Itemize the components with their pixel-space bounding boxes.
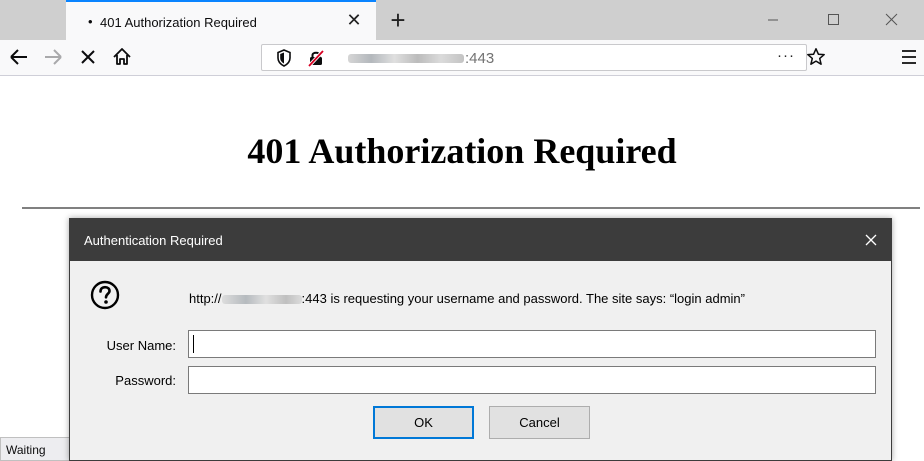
- back-arrow-icon[interactable]: [6, 44, 32, 70]
- minimize-icon[interactable]: [750, 0, 796, 40]
- password-label: Password:: [115, 373, 176, 388]
- maximize-icon[interactable]: [810, 0, 856, 40]
- insecure-lock-icon[interactable]: [307, 49, 325, 72]
- tracking-shield-icon[interactable]: [276, 49, 292, 72]
- dialog-title: Authentication Required: [84, 233, 223, 248]
- message-prefix: http://: [189, 291, 222, 306]
- page-actions-icon[interactable]: ···: [777, 47, 795, 64]
- text-caret: [193, 335, 194, 353]
- page-divider: [22, 207, 920, 209]
- redacted-host: [348, 54, 464, 63]
- nav-bar: :443 ···: [0, 40, 924, 76]
- tab-strip: • 401 Authorization Required ✕ +: [0, 0, 924, 40]
- auth-message: http:// :443 is requesting your username …: [189, 291, 745, 306]
- message-suffix: :443 is requesting your username and pas…: [301, 291, 745, 306]
- username-label: User Name:: [106, 338, 176, 353]
- address-port: :443: [465, 50, 495, 67]
- address-bar[interactable]: :443: [261, 44, 807, 71]
- forward-arrow-icon[interactable]: [40, 44, 66, 70]
- tab-loading-dot: •: [88, 14, 93, 29]
- home-icon[interactable]: [109, 44, 135, 70]
- tab-title: 401 Authorization Required: [100, 15, 257, 30]
- menu-hamburger-icon[interactable]: [900, 46, 918, 73]
- stop-icon[interactable]: [75, 44, 101, 70]
- new-tab-icon[interactable]: +: [384, 6, 412, 34]
- status-bar: Waiting: [0, 437, 72, 461]
- password-field[interactable]: [188, 366, 876, 394]
- auth-dialog: Authentication Required http:// :443 is r…: [69, 218, 892, 461]
- page-heading: 401 Authorization Required: [247, 131, 677, 171]
- tab-active[interactable]: • 401 Authorization Required ✕: [66, 0, 376, 40]
- ok-button[interactable]: OK: [373, 406, 474, 439]
- window-close-icon[interactable]: [868, 0, 914, 40]
- username-field[interactable]: [188, 330, 876, 358]
- tab-close-icon[interactable]: ✕: [343, 9, 365, 31]
- redacted-host: [221, 295, 302, 305]
- dialog-titlebar[interactable]: Authentication Required: [70, 219, 891, 261]
- dialog-close-icon[interactable]: [860, 229, 882, 251]
- cancel-button[interactable]: Cancel: [489, 406, 590, 439]
- bookmark-star-icon[interactable]: [806, 47, 826, 72]
- question-icon: [90, 280, 120, 310]
